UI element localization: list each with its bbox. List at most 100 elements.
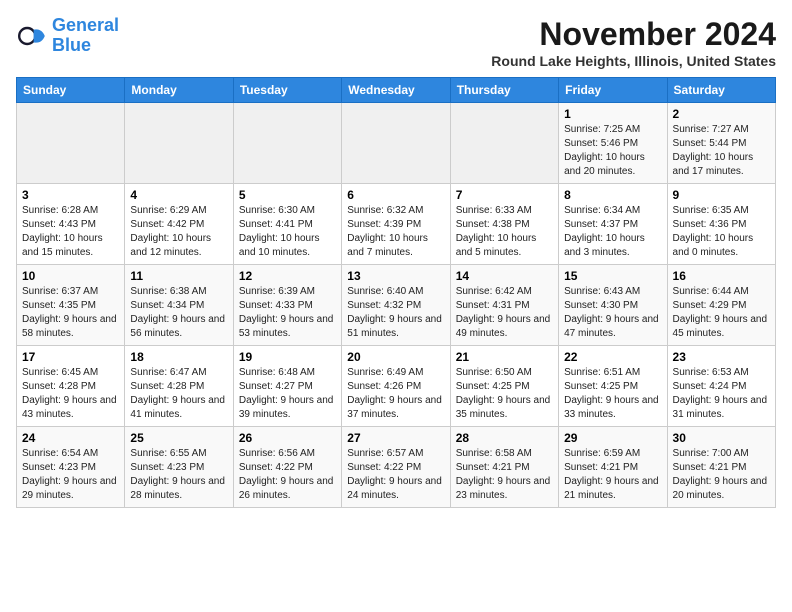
logo-line2: Blue: [52, 35, 91, 55]
day-info: Sunrise: 6:44 AM Sunset: 4:29 PM Dayligh…: [673, 285, 770, 341]
day-info: Sunrise: 6:45 AM Sunset: 4:28 PM Dayligh…: [22, 366, 119, 422]
day-info: Sunrise: 6:33 AM Sunset: 4:38 PM Dayligh…: [456, 204, 553, 260]
calendar-cell: 5Sunrise: 6:30 AM Sunset: 4:41 PM Daylig…: [233, 184, 341, 265]
calendar-cell: 24Sunrise: 6:54 AM Sunset: 4:23 PM Dayli…: [17, 427, 125, 508]
calendar-cell: 15Sunrise: 6:43 AM Sunset: 4:30 PM Dayli…: [559, 265, 667, 346]
day-number: 7: [456, 188, 553, 202]
calendar-cell: 11 Sunrise: 6:38 AM Sunset: 4:34 PM Dayli…: [125, 265, 233, 346]
title-block: November 2024 Round Lake Heights, Illino…: [491, 16, 776, 69]
calendar: SundayMondayTuesdayWednesdayThursdayFrid…: [16, 77, 776, 508]
day-number: 22: [564, 350, 661, 364]
weekday-header-saturday: Saturday: [667, 78, 775, 103]
day-info: Sunrise: 6:32 AM Sunset: 4:39 PM Dayligh…: [347, 204, 444, 260]
calendar-cell: [342, 103, 450, 184]
calendar-cell: 28 Sunrise: 6:58 AM Sunset: 4:21 PM Dayli…: [450, 427, 558, 508]
day-number: 27: [347, 431, 444, 445]
calendar-cell: 21Sunrise: 6:50 AM Sunset: 4:25 PM Dayli…: [450, 346, 558, 427]
day-number: 11: [130, 269, 227, 283]
calendar-cell: 7 Sunrise: 6:33 AM Sunset: 4:38 PM Daylig…: [450, 184, 558, 265]
calendar-cell: 9 Sunrise: 6:35 AM Sunset: 4:36 PM Daylig…: [667, 184, 775, 265]
day-info: Sunrise: 6:49 AM Sunset: 4:26 PM Dayligh…: [347, 366, 444, 422]
day-info: Sunrise: 6:58 AM Sunset: 4:21 PM Dayligh…: [456, 447, 553, 503]
day-info: Sunrise: 6:28 AM Sunset: 4:43 PM Dayligh…: [22, 204, 119, 260]
day-info: Sunrise: 7:27 AM Sunset: 5:44 PM Dayligh…: [673, 123, 770, 179]
day-info: Sunrise: 6:51 AM Sunset: 4:25 PM Dayligh…: [564, 366, 661, 422]
day-info: Sunrise: 6:53 AM Sunset: 4:24 PM Dayligh…: [673, 366, 770, 422]
calendar-cell: 25 Sunrise: 6:55 AM Sunset: 4:23 PM Dayli…: [125, 427, 233, 508]
calendar-cell: 20 Sunrise: 6:49 AM Sunset: 4:26 PM Dayli…: [342, 346, 450, 427]
calendar-cell: 26 Sunrise: 6:56 AM Sunset: 4:22 PM Dayli…: [233, 427, 341, 508]
calendar-cell: 30 Sunrise: 7:00 AM Sunset: 4:21 PM Dayli…: [667, 427, 775, 508]
logo-icon: [16, 20, 48, 52]
day-number: 20: [347, 350, 444, 364]
weekday-header-tuesday: Tuesday: [233, 78, 341, 103]
calendar-cell: 10 Sunrise: 6:37 AM Sunset: 4:35 PM Dayli…: [17, 265, 125, 346]
day-number: 13: [347, 269, 444, 283]
day-number: 16: [673, 269, 770, 283]
subtitle: Round Lake Heights, Illinois, United Sta…: [491, 53, 776, 69]
calendar-cell: 1 Sunrise: 7:25 AM Sunset: 5:46 PM Daylig…: [559, 103, 667, 184]
weekday-header-wednesday: Wednesday: [342, 78, 450, 103]
day-number: 15: [564, 269, 661, 283]
day-info: Sunrise: 6:39 AM Sunset: 4:33 PM Dayligh…: [239, 285, 336, 341]
calendar-cell: 17 Sunrise: 6:45 AM Sunset: 4:28 PM Dayli…: [17, 346, 125, 427]
calendar-cell: 18 Sunrise: 6:47 AM Sunset: 4:28 PM Dayli…: [125, 346, 233, 427]
day-number: 2: [673, 107, 770, 121]
day-number: 10: [22, 269, 119, 283]
calendar-cell: 29 Sunrise: 6:59 AM Sunset: 4:21 PM Dayli…: [559, 427, 667, 508]
day-number: 30: [673, 431, 770, 445]
day-info: Sunrise: 6:40 AM Sunset: 4:32 PM Dayligh…: [347, 285, 444, 341]
calendar-cell: 2 Sunrise: 7:27 AM Sunset: 5:44 PM Daylig…: [667, 103, 775, 184]
day-info: Sunrise: 6:30 AM Sunset: 4:41 PM Dayligh…: [239, 204, 336, 260]
day-number: 14: [456, 269, 553, 283]
calendar-cell: 8 Sunrise: 6:34 AM Sunset: 4:37 PM Daylig…: [559, 184, 667, 265]
logo-text: General Blue: [52, 16, 119, 56]
day-number: 23: [673, 350, 770, 364]
day-number: 9: [673, 188, 770, 202]
calendar-cell: 6 Sunrise: 6:32 AM Sunset: 4:39 PM Daylig…: [342, 184, 450, 265]
day-number: 18: [130, 350, 227, 364]
calendar-cell: 12 Sunrise: 6:39 AM Sunset: 4:33 PM Dayli…: [233, 265, 341, 346]
calendar-cell: 13 Sunrise: 6:40 AM Sunset: 4:32 PM Dayli…: [342, 265, 450, 346]
calendar-cell: [233, 103, 341, 184]
calendar-cell: [450, 103, 558, 184]
calendar-cell: 22 Sunrise: 6:51 AM Sunset: 4:25 PM Dayli…: [559, 346, 667, 427]
day-info: Sunrise: 6:59 AM Sunset: 4:21 PM Dayligh…: [564, 447, 661, 503]
day-info: Sunrise: 6:57 AM Sunset: 4:22 PM Dayligh…: [347, 447, 444, 503]
main-title: November 2024: [491, 16, 776, 53]
day-number: 1: [564, 107, 661, 121]
day-info: Sunrise: 6:56 AM Sunset: 4:22 PM Dayligh…: [239, 447, 336, 503]
day-info: Sunrise: 6:38 AM Sunset: 4:34 PM Dayligh…: [130, 285, 227, 341]
calendar-cell: 3Sunrise: 6:28 AM Sunset: 4:43 PM Daylig…: [17, 184, 125, 265]
header: General Blue November 2024 Round Lake He…: [16, 16, 776, 69]
day-info: Sunrise: 6:55 AM Sunset: 4:23 PM Dayligh…: [130, 447, 227, 503]
calendar-cell: 23 Sunrise: 6:53 AM Sunset: 4:24 PM Dayli…: [667, 346, 775, 427]
day-number: 12: [239, 269, 336, 283]
day-info: Sunrise: 6:37 AM Sunset: 4:35 PM Dayligh…: [22, 285, 119, 341]
weekday-header-sunday: Sunday: [17, 78, 125, 103]
day-number: 4: [130, 188, 227, 202]
day-number: 25: [130, 431, 227, 445]
day-number: 21: [456, 350, 553, 364]
calendar-cell: 27 Sunrise: 6:57 AM Sunset: 4:22 PM Dayli…: [342, 427, 450, 508]
calendar-cell: 14 Sunrise: 6:42 AM Sunset: 4:31 PM Dayli…: [450, 265, 558, 346]
day-info: Sunrise: 6:35 AM Sunset: 4:36 PM Dayligh…: [673, 204, 770, 260]
day-info: Sunrise: 6:34 AM Sunset: 4:37 PM Dayligh…: [564, 204, 661, 260]
day-number: 19: [239, 350, 336, 364]
day-info: Sunrise: 7:25 AM Sunset: 5:46 PM Dayligh…: [564, 123, 661, 179]
day-number: 17: [22, 350, 119, 364]
day-info: Sunrise: 6:48 AM Sunset: 4:27 PM Dayligh…: [239, 366, 336, 422]
day-number: 6: [347, 188, 444, 202]
weekday-header-thursday: Thursday: [450, 78, 558, 103]
day-number: 24: [22, 431, 119, 445]
day-info: Sunrise: 6:42 AM Sunset: 4:31 PM Dayligh…: [456, 285, 553, 341]
logo-line1: General: [52, 15, 119, 35]
day-number: 29: [564, 431, 661, 445]
calendar-cell: [17, 103, 125, 184]
day-number: 26: [239, 431, 336, 445]
day-number: 8: [564, 188, 661, 202]
day-info: Sunrise: 6:47 AM Sunset: 4:28 PM Dayligh…: [130, 366, 227, 422]
day-info: Sunrise: 7:00 AM Sunset: 4:21 PM Dayligh…: [673, 447, 770, 503]
calendar-cell: 19 Sunrise: 6:48 AM Sunset: 4:27 PM Dayli…: [233, 346, 341, 427]
day-number: 28: [456, 431, 553, 445]
